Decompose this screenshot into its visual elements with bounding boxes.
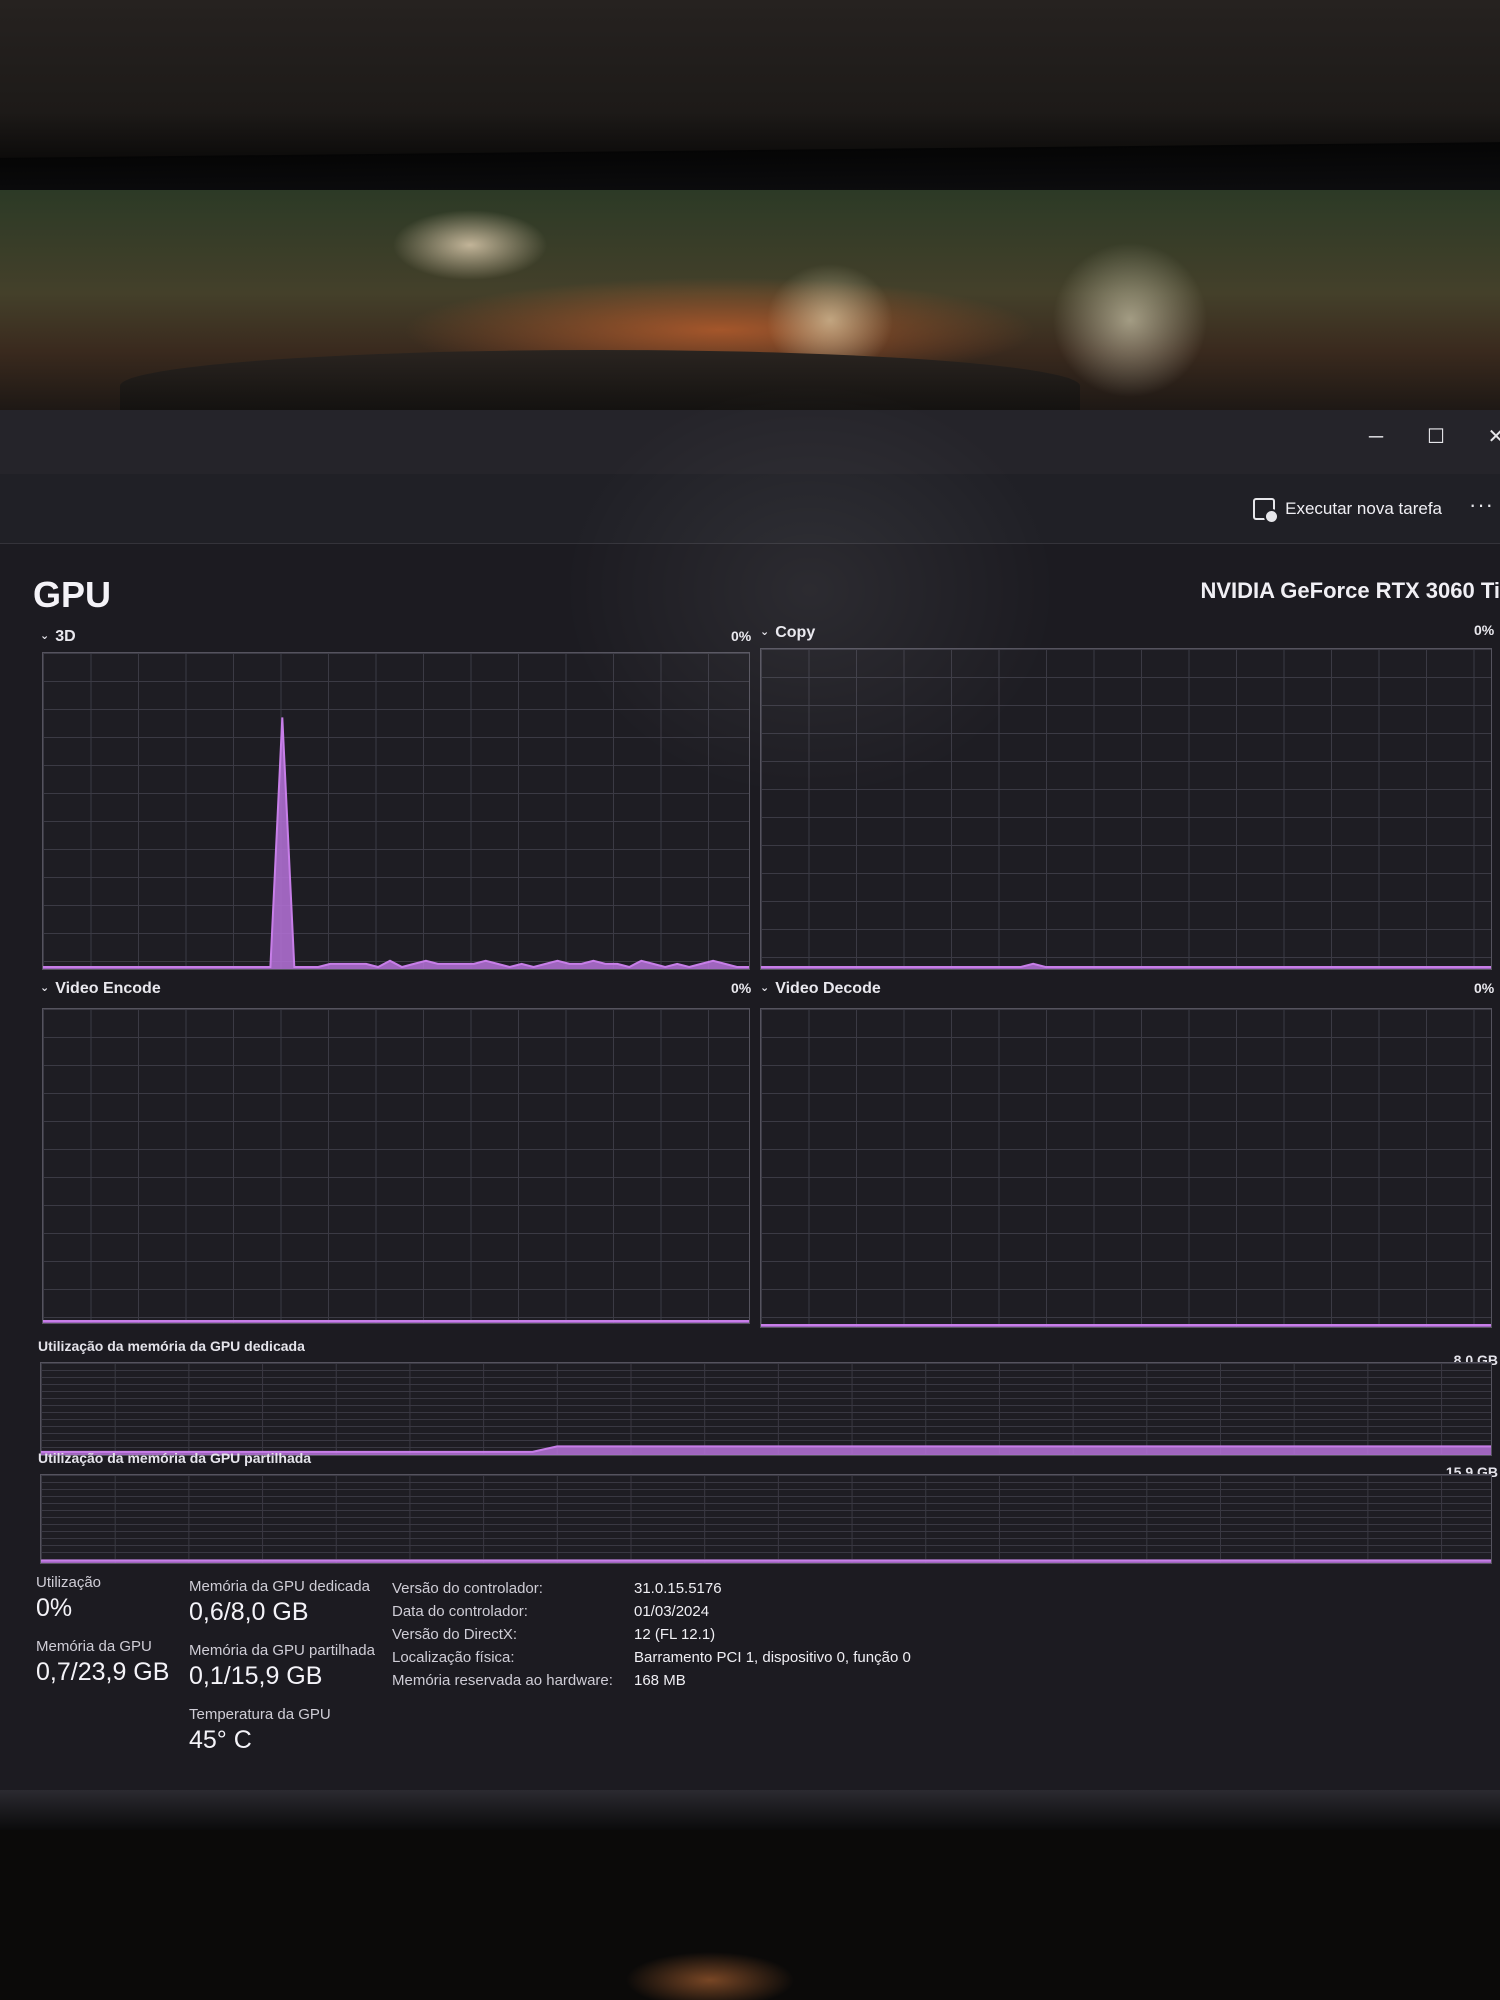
- hardware-reserved-memory-value: 168 MB: [634, 1672, 686, 1689]
- run-task-icon: [1253, 498, 1280, 524]
- gpu-temperature-value: 45° C: [189, 1726, 252, 1754]
- engine-label-video-decode: Video Decode: [775, 980, 881, 997]
- driver-version-label: Versão do controlador:: [392, 1580, 543, 1597]
- hardware-reserved-memory-label: Memória reservada ao hardware:: [392, 1672, 613, 1689]
- dedicated-memory-graph: [40, 1362, 1492, 1456]
- series-area: [43, 717, 749, 969]
- engine-label-3d: 3D: [55, 628, 76, 645]
- series-plot: [41, 1559, 1491, 1563]
- desk-foreground: [0, 1830, 1500, 2000]
- task-manager-window: ─ ☐ ✕ Executar nova tarefa ··· GPU NVIDI…: [0, 410, 1500, 1790]
- engine-percent-3d: 0%: [731, 628, 752, 644]
- directx-version-value: 12 (FL 12.1): [634, 1626, 716, 1643]
- dedicated-memory-value: 0,6/8,0 GB: [189, 1598, 309, 1626]
- graph-copy: [760, 648, 1492, 970]
- page-title: GPU: [33, 574, 112, 615]
- engine-percent-copy: 0%: [1474, 622, 1495, 638]
- engine-selector-copy[interactable]: ⌄ Copy: [760, 624, 815, 646]
- shared-memory-label: Memória da GPU partilhada: [189, 1642, 375, 1659]
- minimize-button[interactable]: ─: [1356, 422, 1396, 452]
- physical-location-value: Barramento PCI 1, dispositivo 0, função …: [634, 1649, 911, 1666]
- engine-label-copy: Copy: [775, 624, 816, 641]
- graph-3d: [42, 652, 750, 970]
- series-line: [43, 717, 749, 969]
- utilization-value: 0%: [36, 1594, 73, 1622]
- series-plot: [41, 1445, 1491, 1455]
- dedicated-memory-graph-label: Utilização da memória da GPU dedicada: [38, 1338, 305, 1354]
- engine-percent-video-decode: 0%: [1474, 980, 1495, 996]
- engine-percent-video-encode: 0%: [731, 980, 752, 996]
- engine-label-video-encode: Video Encode: [55, 980, 161, 997]
- gpu-temperature-label: Temperatura da GPU: [189, 1706, 331, 1723]
- driver-date-label: Data do controlador:: [392, 1603, 528, 1620]
- chevron-down-icon: ⌄: [40, 982, 50, 994]
- dedicated-memory-label: Memória da GPU dedicada: [189, 1578, 370, 1595]
- series-plot: [43, 717, 749, 969]
- directx-version-label: Versão do DirectX:: [392, 1626, 518, 1643]
- series-plot: [761, 1324, 1491, 1327]
- run-new-task-button[interactable]: Executar nova tarefa: [1253, 494, 1442, 524]
- series-plot: [43, 1320, 749, 1323]
- maximize-button[interactable]: ☐: [1416, 422, 1456, 452]
- engine-selector-3d[interactable]: ⌄ 3D: [40, 628, 76, 650]
- run-new-task-label: Executar nova tarefa: [1285, 499, 1442, 518]
- close-button[interactable]: ✕: [1476, 422, 1500, 452]
- utilization-label: Utilização: [36, 1574, 102, 1591]
- engine-selector-video-encode[interactable]: ⌄ Video Encode: [40, 980, 161, 1002]
- graph-video-decode: [760, 1008, 1492, 1328]
- shared-memory-graph-label: Utilização da memória da GPU partilhada: [38, 1450, 312, 1466]
- engine-selector-video-decode[interactable]: ⌄ Video Decode: [760, 980, 881, 1002]
- photo-background-top: [0, 0, 1500, 160]
- more-options-button[interactable]: ···: [1469, 492, 1494, 518]
- physical-location-label: Localização física:: [392, 1649, 515, 1666]
- series-plot: [761, 962, 1491, 969]
- gpu-memory-value: 0,7/23,9 GB: [36, 1658, 170, 1686]
- gpu-device-name: NVIDIA GeForce RTX 3060 Ti: [1200, 578, 1500, 603]
- performance-content: GPU NVIDIA GeForce RTX 3060 Ti ⌄ 3D 0% ⌄ C…: [0, 544, 1500, 1790]
- monitor-bezel-bottom: [0, 1790, 1500, 1830]
- driver-date-value: 01/03/2024: [634, 1603, 710, 1620]
- driver-version-value: 31.0.15.5176: [634, 1580, 722, 1597]
- toolbar: Executar nova tarefa ···: [0, 474, 1500, 544]
- shared-memory-graph: [40, 1474, 1492, 1564]
- title-bar: ─ ☐ ✕: [0, 410, 1500, 474]
- shared-memory-value: 0,1/15,9 GB: [189, 1662, 323, 1690]
- gpu-memory-label: Memória da GPU: [36, 1638, 152, 1655]
- chevron-down-icon: ⌄: [760, 626, 770, 638]
- series-line: [761, 962, 1491, 968]
- chevron-down-icon: ⌄: [760, 982, 770, 994]
- graph-video-encode: [42, 1008, 750, 1324]
- chevron-down-icon: ⌄: [40, 630, 50, 642]
